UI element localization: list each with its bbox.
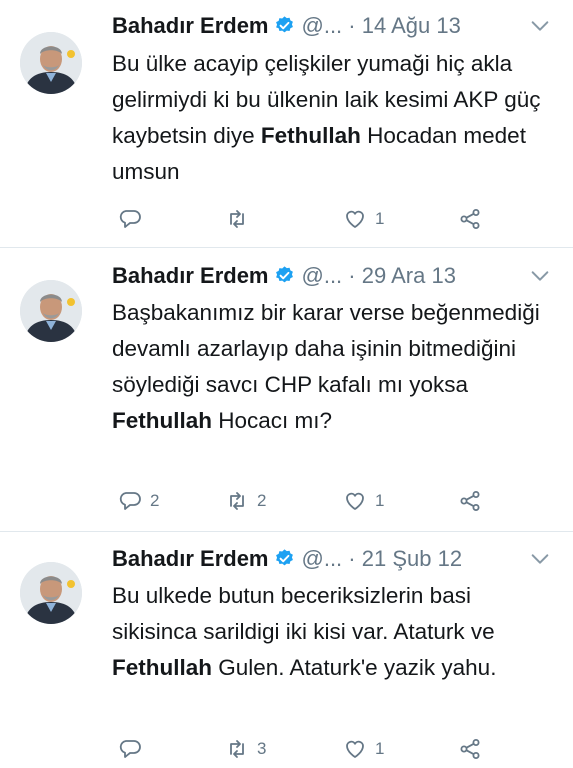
share-button[interactable]	[458, 736, 482, 762]
highlighted-term: Fethullah	[260, 123, 361, 148]
retweet-button[interactable]: 2	[225, 488, 266, 514]
highlighted-term: Fethullah	[112, 655, 212, 680]
verified-badge-icon	[275, 549, 293, 566]
share-button[interactable]	[458, 488, 482, 514]
like-button[interactable]: 1	[343, 736, 384, 762]
heart-icon	[346, 740, 364, 758]
reply-button[interactable]: 2	[118, 488, 159, 514]
share-icon	[460, 739, 480, 759]
author-handle[interactable]: @...	[302, 263, 343, 288]
tweet-feed: Bahadır Erdem @... · 14 Ağu 13 Bu ülke ac…	[0, 0, 573, 768]
avatar[interactable]	[20, 562, 82, 624]
author-handle[interactable]: @...	[302, 13, 343, 38]
tweet-text: Bu ulkede butun beceriksizlerin basi sik…	[112, 578, 552, 686]
heart-icon	[346, 492, 364, 510]
tweet[interactable]: Bahadır Erdem @... · 29 Ara 13 Başbakanım…	[0, 248, 573, 530]
share-icon	[460, 491, 480, 511]
reply-count: 2	[150, 491, 160, 510]
like-button[interactable]: 1	[343, 488, 384, 514]
tweet[interactable]: Bahadır Erdem @... · 14 Ağu 13 Bu ülke ac…	[0, 0, 573, 244]
tweet-actions: 1	[118, 206, 518, 236]
tweet-text: Başbakanımız bir karar verse beğenmediği…	[112, 295, 552, 439]
tweet-actions: 3 1	[118, 736, 518, 766]
chevron-down-icon[interactable]	[529, 265, 551, 287]
like-count: 1	[375, 209, 385, 228]
separator-dot: ·	[348, 13, 356, 38]
avatar[interactable]	[20, 32, 82, 94]
tweet-text-part: Hocacı mı?	[212, 408, 333, 433]
tweet-date[interactable]: 14 Ağu 13	[362, 13, 461, 38]
like-count: 1	[375, 491, 385, 510]
highlighted-term: Fethullah	[112, 408, 212, 433]
verified-badge-icon	[275, 266, 293, 283]
share-button[interactable]	[458, 206, 482, 232]
retweet-button[interactable]: 3	[225, 736, 266, 762]
chevron-down-icon[interactable]	[529, 15, 551, 37]
like-count: 1	[375, 739, 385, 758]
verified-badge-icon	[275, 16, 293, 33]
tweet-header: Bahadır Erdem @... · 14 Ağu 13	[112, 11, 461, 41]
share-icon	[460, 209, 480, 229]
reply-button[interactable]	[118, 206, 150, 232]
tweet-header: Bahadır Erdem @... · 21 Şub 12	[112, 544, 462, 574]
author-name[interactable]: Bahadır Erdem	[112, 546, 269, 571]
retweet-count: 3	[257, 739, 267, 758]
retweet-icon	[230, 492, 244, 510]
separator-dot: ·	[348, 263, 356, 288]
reply-icon	[119, 740, 141, 758]
retweet-count: 2	[257, 491, 267, 510]
author-handle[interactable]: @...	[302, 546, 343, 571]
author-name[interactable]: Bahadır Erdem	[112, 263, 269, 288]
chevron-down-icon[interactable]	[529, 548, 551, 570]
separator-dot: ·	[348, 546, 356, 571]
reply-icon	[119, 492, 141, 510]
tweet-date[interactable]: 21 Şub 12	[362, 546, 462, 571]
reply-button[interactable]	[118, 736, 150, 762]
retweet-icon	[230, 210, 244, 228]
tweet-header: Bahadır Erdem @... · 29 Ara 13	[112, 261, 456, 291]
like-button[interactable]: 1	[343, 206, 384, 232]
tweet-text: Bu ülke acayip çelişkiler yumaği hiç akl…	[112, 46, 552, 190]
tweet-text-part: Gulen. Ataturk'e yazik yahu.	[212, 655, 497, 680]
heart-icon	[346, 210, 364, 228]
tweet-text-part: Bu ulkede butun beceriksizlerin basi sik…	[112, 583, 495, 644]
tweet-date[interactable]: 29 Ara 13	[362, 263, 456, 288]
tweet[interactable]: Bahadır Erdem @... · 21 Şub 12 Bu ulkede …	[0, 532, 573, 768]
author-name[interactable]: Bahadır Erdem	[112, 13, 269, 38]
retweet-icon	[230, 740, 244, 758]
tweet-actions: 2 2 1	[118, 488, 518, 518]
reply-icon	[119, 210, 141, 228]
retweet-button[interactable]	[225, 206, 257, 232]
avatar[interactable]	[20, 280, 82, 342]
tweet-text-part: Başbakanımız bir karar verse beğenmediği…	[112, 300, 540, 397]
